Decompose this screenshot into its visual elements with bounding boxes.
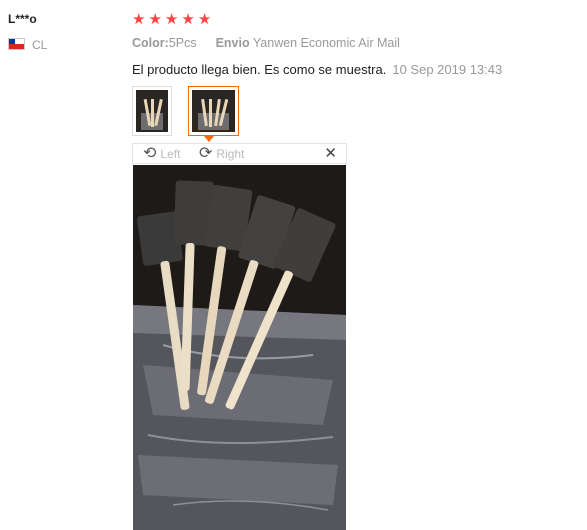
rotate-right-icon: ⟳ <box>199 145 213 162</box>
star-icon: ★ <box>148 11 162 28</box>
rotate-right-label: Right <box>216 147 245 161</box>
star-icon: ★ <box>197 11 212 28</box>
reviewer-name: L***o <box>8 12 37 26</box>
star-icon: ★ <box>132 11 146 28</box>
review-body: El producto llega bien. Es como se muest… <box>132 62 502 77</box>
thumbnail-image <box>136 90 168 132</box>
shipping-label: Envio <box>215 36 250 50</box>
rotate-right-button[interactable]: ⟳ Right <box>199 146 244 162</box>
photo-thumbnail-2[interactable] <box>188 86 239 136</box>
image-viewer-toolbar: ⟲ Left ⟳ Right ✕ <box>132 143 347 164</box>
photo-thumbnails <box>132 86 239 136</box>
close-icon[interactable]: ✕ <box>324 145 337 162</box>
selected-thumbnail-caret <box>204 136 214 142</box>
rotate-left-icon: ⟲ <box>143 145 157 162</box>
thumbnail-image <box>192 90 235 132</box>
chile-flag-icon <box>8 38 25 50</box>
order-attributes: Color:5Pcs Envio Yanwen Economic Air Mai… <box>132 36 400 50</box>
review-text: El producto llega bien. Es como se muest… <box>132 62 387 77</box>
shipping-value: Yanwen Economic Air Mail <box>252 36 400 50</box>
reviewer-country: CL <box>32 38 48 52</box>
color-label: Color: <box>132 36 169 50</box>
color-value: 5Pcs <box>168 36 197 50</box>
photo-thumbnail-1[interactable] <box>132 86 172 136</box>
review-date: 10 Sep 2019 13:43 <box>392 62 503 77</box>
star-icon: ★ <box>164 11 179 28</box>
rotate-left-label: Left <box>160 147 181 161</box>
review-photo <box>133 165 346 530</box>
star-rating: ★ ★ ★ ★ ★ <box>132 11 211 28</box>
foam-brushes-photo <box>133 165 346 530</box>
rotate-left-button[interactable]: ⟲ Left <box>143 146 180 162</box>
star-icon: ★ <box>181 11 195 28</box>
